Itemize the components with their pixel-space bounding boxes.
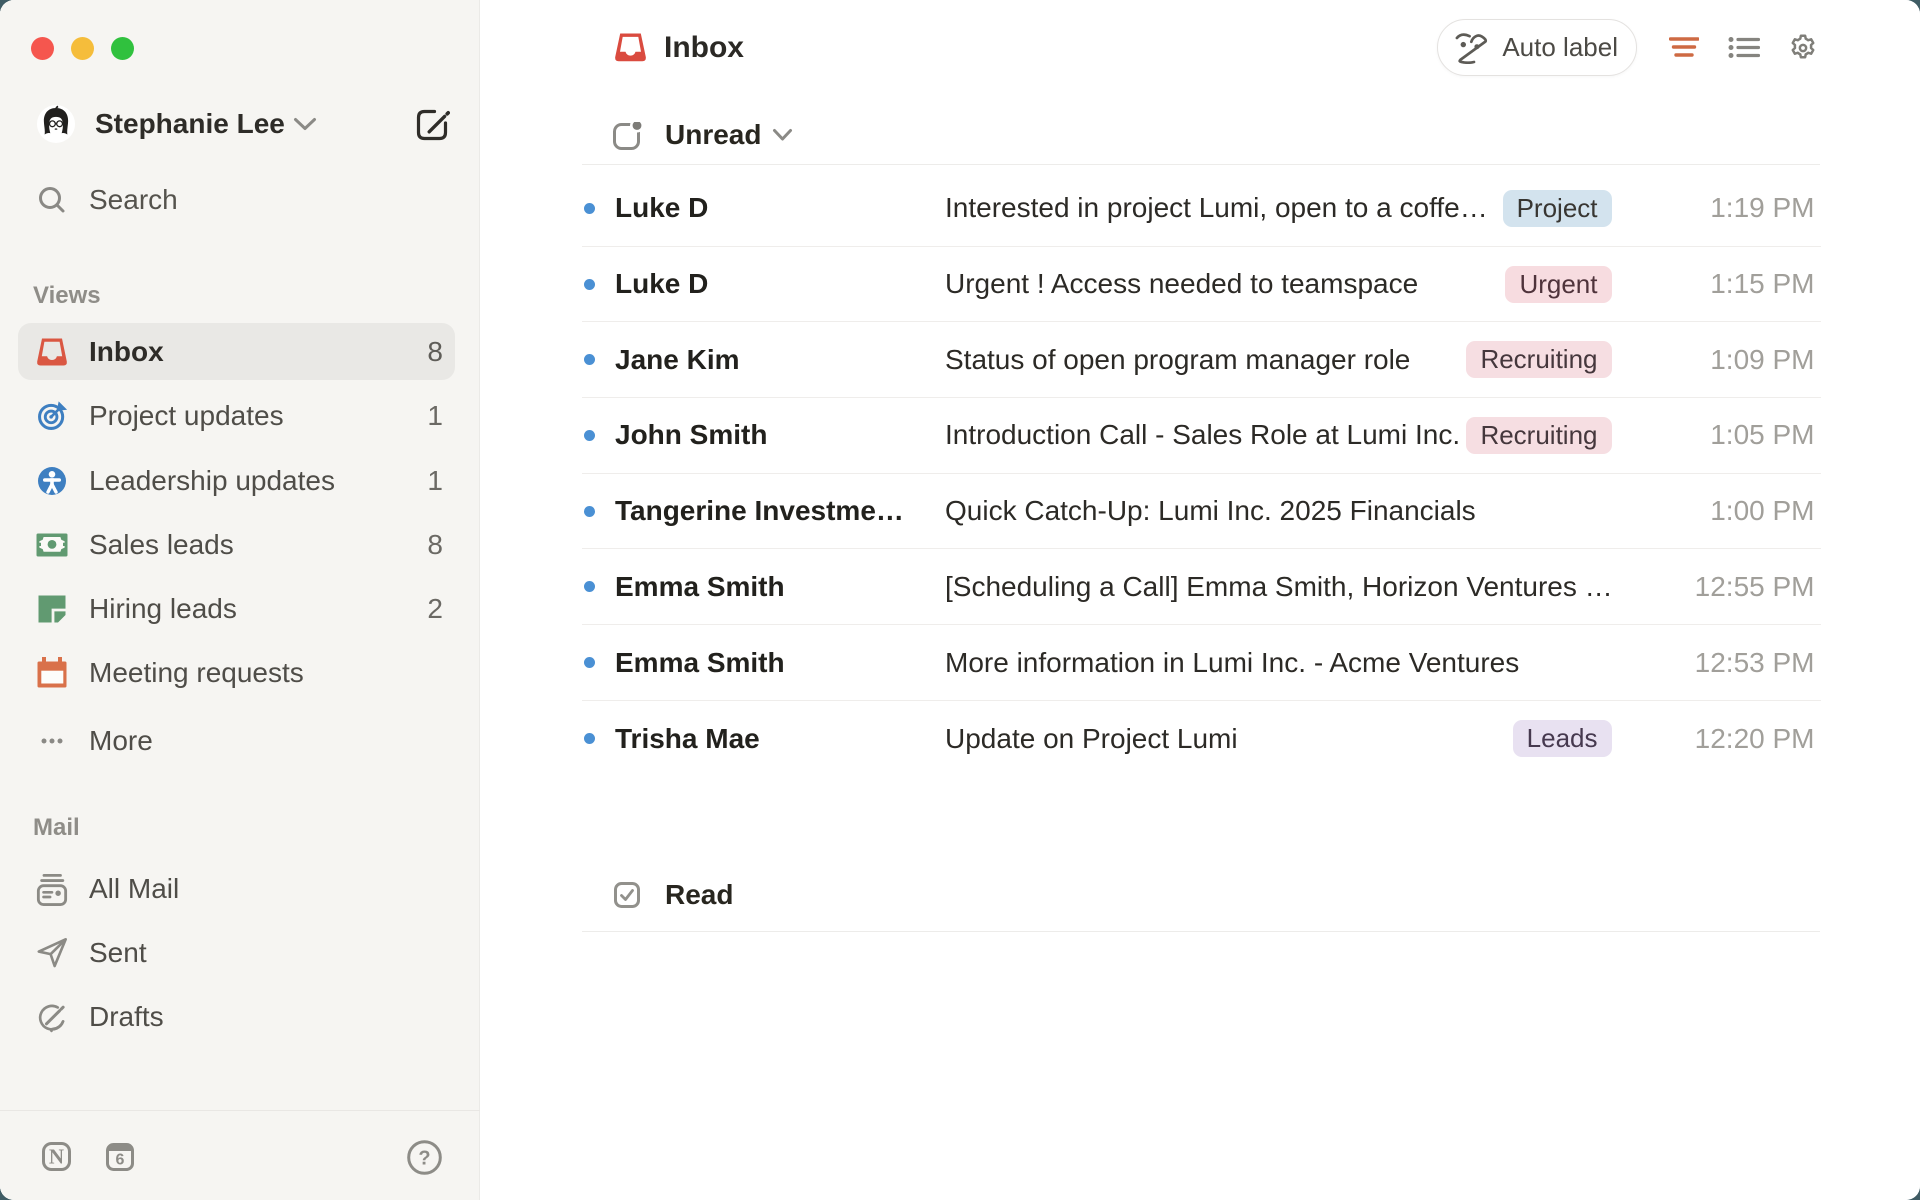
svg-text:?: ? — [418, 1148, 430, 1170]
svg-text:N: N — [49, 1145, 64, 1169]
svg-text:6: 6 — [116, 1152, 125, 1169]
